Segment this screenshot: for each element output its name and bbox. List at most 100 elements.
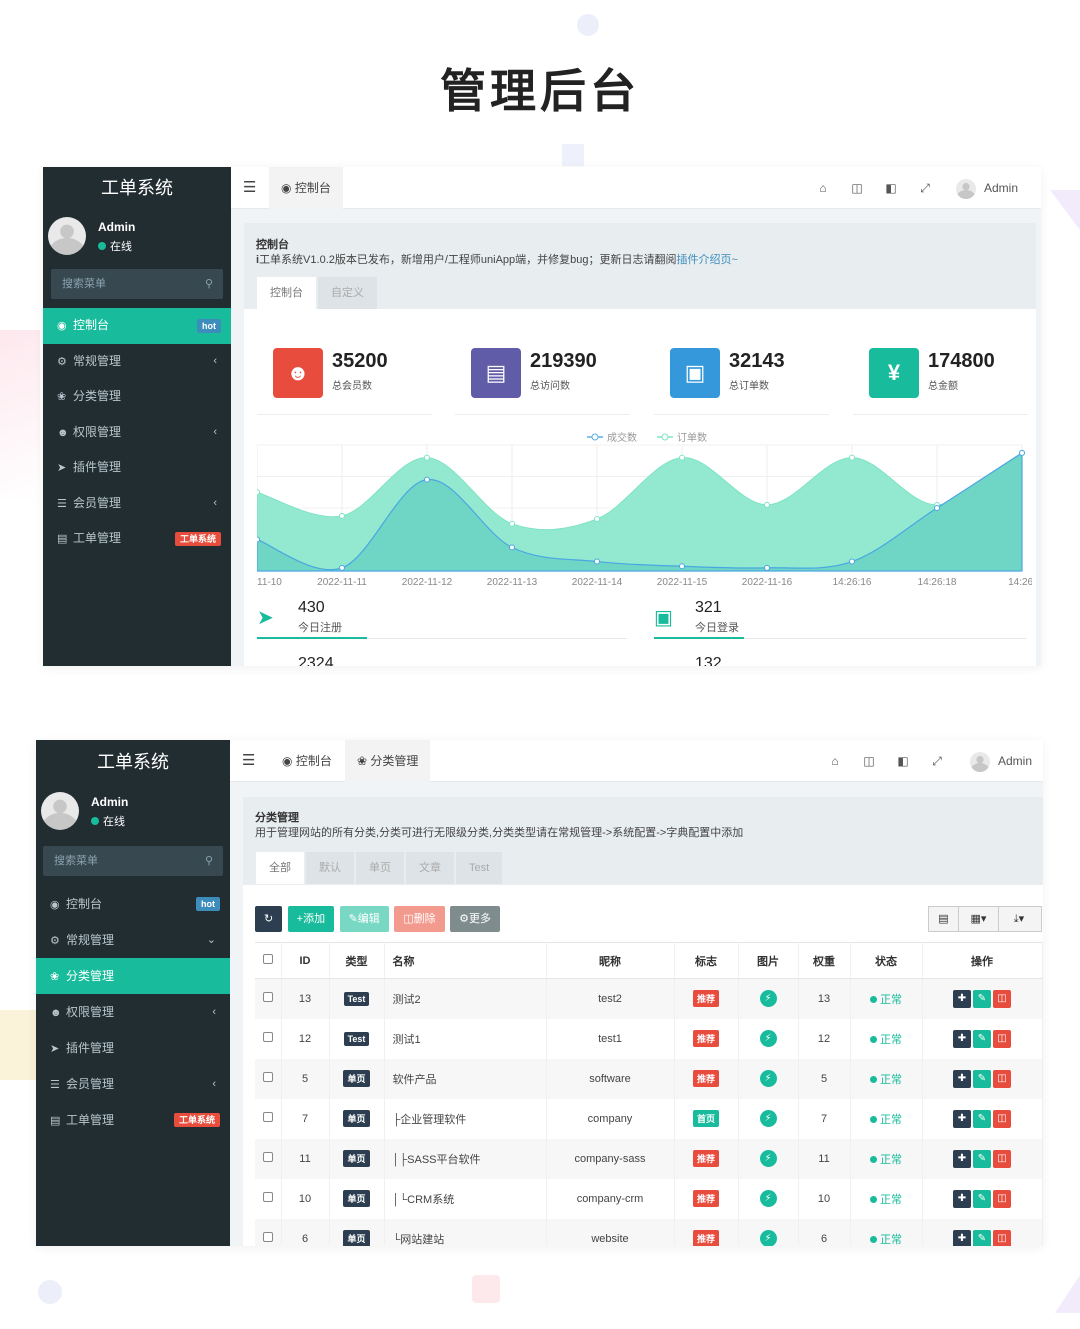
sidebar-item-tickets[interactable]: ▤ 工单管理 工单系统 xyxy=(43,521,231,557)
row-select-cell[interactable] xyxy=(255,1098,282,1139)
drag-button[interactable]: ✚ xyxy=(953,1109,971,1128)
table-row[interactable]: 7 单页 ├企业管理软件 company 首页 ⚡ 7 正常 ✚ ✎ ◫ xyxy=(255,1098,1043,1139)
image-icon[interactable]: ⚡ xyxy=(759,1150,777,1167)
sidebar-item-category[interactable]: ❀ 分类管理 xyxy=(43,379,231,415)
sidebar-item-category[interactable]: ❀ 分类管理 xyxy=(36,958,230,994)
delete-row-button[interactable]: ◫ xyxy=(993,1069,1011,1088)
row-checkbox[interactable] xyxy=(262,1112,273,1122)
fullscreen-icon[interactable]: ⤢ xyxy=(908,167,942,209)
drag-button[interactable]: ✚ xyxy=(953,1229,971,1246)
column-header[interactable]: 标志 xyxy=(674,942,739,979)
image-icon[interactable]: ⚡ xyxy=(759,1190,777,1207)
table-row[interactable]: 12 Test 测试1 test1 推荐 ⚡ 12 正常 ✚ ✎ ◫ xyxy=(255,1018,1043,1059)
drag-button[interactable]: ✚ xyxy=(953,989,971,1008)
delete-row-button[interactable]: ◫ xyxy=(993,989,1011,1008)
edit-row-button[interactable]: ✎ xyxy=(973,1189,991,1208)
home-icon[interactable]: ⌂ xyxy=(806,167,840,209)
sidebar-item-auth[interactable]: ☻ 权限管理 ‹ xyxy=(36,994,230,1030)
menu-toggle-icon[interactable]: ☰ xyxy=(242,751,255,769)
drag-button[interactable]: ✚ xyxy=(953,1069,971,1088)
sidebar-item-general[interactable]: ⚙ 常规管理 ‹ xyxy=(43,344,231,380)
columns-button[interactable]: ▦▾ xyxy=(959,907,999,931)
sidebar-item-dashboard[interactable]: ◉ 控制台 hot xyxy=(36,886,230,922)
delete-row-button[interactable]: ◫ xyxy=(993,1109,1011,1128)
delete-row-button[interactable]: ◫ xyxy=(993,1149,1011,1168)
edit-row-button[interactable]: ✎ xyxy=(973,1229,991,1246)
edit-row-button[interactable]: ✎ xyxy=(973,1029,991,1048)
add-button[interactable]: +添加 xyxy=(287,906,335,932)
table-row[interactable]: 5 单页 软件产品 software 推荐 ⚡ 5 正常 ✚ ✎ ◫ xyxy=(255,1058,1043,1099)
export-button[interactable]: ⤓▾ xyxy=(999,907,1039,931)
row-select-cell[interactable] xyxy=(255,1218,282,1246)
edit-row-button[interactable]: ✎ xyxy=(973,989,991,1008)
edit-button[interactable]: ✎编辑 xyxy=(339,906,389,932)
table-row[interactable]: 10 单页 │└CRM系统 company-crm 推荐 ⚡ 10 正常 ✚ ✎ ◫ xyxy=(255,1178,1043,1219)
row-select-cell[interactable] xyxy=(255,1018,282,1059)
image-icon[interactable]: ⚡ xyxy=(759,990,777,1008)
image-icon[interactable]: ⚡ xyxy=(759,1230,777,1246)
search-icon[interactable]: ⚲ xyxy=(205,846,213,876)
row-select-cell[interactable] xyxy=(255,1138,282,1179)
sidebar-item-tickets[interactable]: ▤ 工单管理 工单系统 xyxy=(36,1102,230,1138)
sidebar-item-auth[interactable]: ☻ 权限管理 ‹ xyxy=(43,415,231,451)
topbar-user[interactable]: Admin xyxy=(970,740,1032,782)
image-icon[interactable]: ⚡ xyxy=(759,1030,777,1047)
subtab-custom[interactable]: 自定义 xyxy=(318,277,377,309)
tab-category[interactable]: ❀ 分类管理 xyxy=(345,740,431,782)
edit-row-button[interactable]: ✎ xyxy=(973,1109,991,1128)
row-checkbox[interactable] xyxy=(262,1192,273,1202)
column-header[interactable]: 操作 xyxy=(922,942,1043,979)
edit-row-button[interactable]: ✎ xyxy=(973,1149,991,1168)
delete-button[interactable]: ◫删除 xyxy=(394,906,445,932)
menu-search-input[interactable]: 搜索菜单 ⚲ xyxy=(43,846,223,876)
delete-row-button[interactable]: ◫ xyxy=(993,1229,1011,1246)
home-icon[interactable]: ⌂ xyxy=(818,740,852,782)
edit-row-button[interactable]: ✎ xyxy=(973,1069,991,1088)
image-icon[interactable]: ⚡ xyxy=(759,1110,777,1127)
subtab-test[interactable]: Test xyxy=(456,852,503,884)
subtab-article[interactable]: 文章 xyxy=(406,852,454,884)
row-select-cell[interactable] xyxy=(255,1058,282,1099)
subtab-default[interactable]: 默认 xyxy=(306,852,354,884)
drag-button[interactable]: ✚ xyxy=(953,1029,971,1048)
table-row[interactable]: 11 单页 │├SASS平台软件 company-sass 推荐 ⚡ 11 正常 ✚ ✎ ◫ xyxy=(255,1138,1043,1179)
table-row[interactable]: 6 单页 └网站建站 website 推荐 ⚡ 6 正常 ✚ ✎ ◫ xyxy=(255,1218,1043,1246)
row-select-cell[interactable] xyxy=(255,1178,282,1219)
row-checkbox[interactable] xyxy=(262,992,273,1003)
avatar[interactable] xyxy=(41,792,79,830)
trash-icon[interactable]: ◫ xyxy=(852,740,886,782)
sidebar-item-members[interactable]: ☰ 会员管理 ‹ xyxy=(36,1066,230,1102)
subtab-dashboard[interactable]: 控制台 xyxy=(257,277,316,309)
row-select-cell[interactable] xyxy=(255,978,282,1019)
select-all-cell[interactable] xyxy=(255,942,282,979)
subtab-all[interactable]: 全部 xyxy=(256,852,304,884)
column-header[interactable]: 名称 xyxy=(384,942,547,979)
row-checkbox[interactable] xyxy=(262,1232,273,1242)
column-header[interactable]: 类型 xyxy=(329,942,385,979)
column-header[interactable]: 状态 xyxy=(850,942,923,979)
refresh-button[interactable]: ↻ xyxy=(255,906,283,932)
subtab-page[interactable]: 单页 xyxy=(356,852,404,884)
sidebar-item-plugins[interactable]: ➤ 插件管理 xyxy=(36,1030,230,1066)
column-header[interactable]: 权重 xyxy=(798,942,851,979)
toggle-view-button[interactable]: ▤ xyxy=(929,907,959,931)
drag-button[interactable]: ✚ xyxy=(953,1149,971,1168)
delete-row-button[interactable]: ◫ xyxy=(993,1029,1011,1048)
avatar[interactable] xyxy=(48,217,86,255)
select-all-checkbox[interactable] xyxy=(262,954,273,964)
column-header[interactable]: ID xyxy=(281,942,330,979)
delete-row-button[interactable]: ◫ xyxy=(993,1189,1011,1208)
trash-icon[interactable]: ◫ xyxy=(840,167,874,209)
menu-toggle-icon[interactable]: ☰ xyxy=(243,178,256,196)
image-icon[interactable]: ⚡ xyxy=(759,1070,777,1087)
table-row[interactable]: 13 Test 测试2 test2 推荐 ⚡ 13 正常 ✚ ✎ ◫ xyxy=(255,978,1043,1019)
search-icon[interactable]: ⚲ xyxy=(205,269,213,299)
translate-icon[interactable]: ◧ xyxy=(874,167,908,209)
translate-icon[interactable]: ◧ xyxy=(886,740,920,782)
column-header[interactable]: 图片 xyxy=(738,942,799,979)
tab-dashboard[interactable]: ◉ 控制台 xyxy=(269,167,343,209)
sidebar-item-members[interactable]: ☰ 会员管理 ‹ xyxy=(43,486,231,522)
menu-search-input[interactable]: 搜索菜单 ⚲ xyxy=(51,269,223,299)
row-checkbox[interactable] xyxy=(262,1152,273,1162)
sidebar-item-dashboard[interactable]: ◉ 控制台 hot xyxy=(43,308,231,344)
